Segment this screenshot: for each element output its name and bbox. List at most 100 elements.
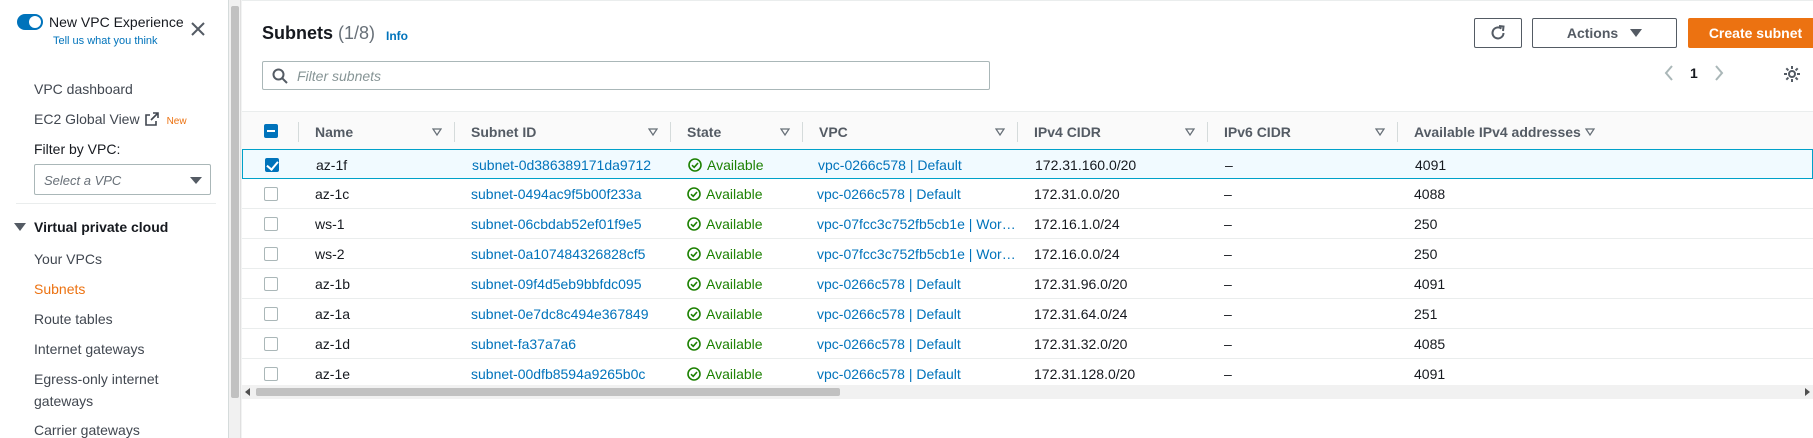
cell-subnet-id-link[interactable]: subnet-0494ac9f5b00f233a (471, 186, 641, 202)
row-checkbox[interactable] (264, 307, 278, 321)
search-input[interactable] (297, 66, 977, 86)
cell-name: az-1d (315, 336, 351, 352)
table-row[interactable]: az-1d subnet-fa37a7a6 Available vpc-0266… (242, 329, 1813, 359)
actions-label: Actions (1566, 25, 1619, 41)
cell-vpc-link[interactable]: vpc-07fcc3c752fb5cb1e | Wor… (817, 216, 1016, 232)
close-icon[interactable] (189, 20, 207, 38)
feedback-link[interactable]: Tell us what you think (53, 35, 158, 47)
cell-vpc-link[interactable]: vpc-0266c578 | Default (818, 157, 962, 173)
cell-available-ipv4: 250 (1414, 246, 1438, 262)
cell-available-ipv4: 4091 (1415, 157, 1447, 173)
cell-subnet-id-link[interactable]: subnet-fa37a7a6 (471, 336, 576, 352)
vpc-select-placeholder: Select a VPC (44, 173, 122, 188)
cell-vpc-link[interactable]: vpc-0266c578 | Default (817, 186, 961, 202)
column-header-label: State (687, 124, 722, 140)
table-horizontal-scrollbar[interactable] (242, 385, 1813, 399)
vpc-select[interactable]: Select a VPC (34, 164, 211, 195)
new-vpc-experience-toggle[interactable]: New VPC Experience (17, 14, 184, 30)
cell-vpc-link[interactable]: vpc-0266c578 | Default (817, 336, 961, 352)
cell-state: Available (687, 216, 763, 232)
cell-ipv4-cidr: 172.31.0.0/20 (1034, 186, 1120, 202)
table-row[interactable]: az-1a subnet-0e7dc8c494e367849 Available… (242, 299, 1813, 329)
state-label: Available (707, 157, 764, 173)
scroll-left-icon[interactable] (245, 388, 250, 396)
state-label: Available (706, 186, 763, 202)
cell-subnet-id-link[interactable]: subnet-00dfb8594a9265b0c (471, 366, 645, 382)
table-row[interactable]: ws-1 subnet-06cbdab52ef01f9e5 Available … (242, 209, 1813, 239)
horizontal-scrollbar-thumb[interactable] (256, 388, 840, 396)
refresh-button[interactable] (1474, 18, 1522, 48)
nav-route-tables[interactable]: Route tables (34, 311, 113, 327)
info-link[interactable]: Info (386, 29, 408, 43)
cell-vpc-link[interactable]: vpc-07fcc3c752fb5cb1e | Wor… (817, 246, 1016, 262)
cell-ipv6-cidr: – (1224, 366, 1232, 382)
column-header-ipv4-cidr[interactable]: IPv4 CIDR (1017, 112, 1207, 152)
column-header-label: VPC (819, 124, 848, 140)
actions-button[interactable]: Actions (1532, 18, 1677, 48)
row-checkbox[interactable] (264, 337, 278, 351)
cell-ipv6-cidr: – (1224, 216, 1232, 232)
cell-name: az-1e (315, 366, 351, 382)
row-checkbox[interactable] (264, 247, 278, 261)
cell-name: az-1b (315, 276, 351, 292)
column-header-ipv6-cidr[interactable]: IPv6 CIDR (1207, 112, 1397, 152)
section-title-label: Virtual private cloud (34, 219, 169, 235)
cell-vpc-link[interactable]: vpc-0266c578 | Default (817, 306, 961, 322)
nav-ec2-global-view[interactable]: EC2 Global View New (34, 111, 187, 127)
refresh-icon (1491, 25, 1505, 40)
gear-icon[interactable] (1783, 65, 1801, 83)
column-header-label: Name (315, 124, 354, 140)
nav-carrier-gateways[interactable]: Carrier gateways (34, 422, 140, 438)
sidebar-scrollbar[interactable] (229, 0, 241, 438)
cell-ipv6-cidr: – (1224, 186, 1232, 202)
section-virtual-private-cloud[interactable]: Virtual private cloud (14, 219, 168, 235)
table-row[interactable]: az-1f subnet-0d386389171da9712 Available… (242, 149, 1813, 179)
table-row[interactable]: ws-2 subnet-0a107484326828cf5 Available … (242, 239, 1813, 269)
column-header-subnet-id[interactable]: Subnet ID (454, 112, 670, 152)
nav-egress-only-internet-gateways[interactable]: Egress-only internet (34, 371, 159, 387)
row-checkbox[interactable] (264, 217, 278, 231)
success-check-icon (687, 277, 701, 291)
cell-vpc-link[interactable]: vpc-0266c578 | Default (817, 366, 961, 382)
cell-subnet-id-link[interactable]: subnet-0d386389171da9712 (472, 157, 651, 173)
filter-subnets-search[interactable] (262, 61, 990, 90)
toggle-switch[interactable] (17, 14, 43, 30)
row-checkbox[interactable] (265, 158, 279, 172)
chevron-right-icon[interactable] (1714, 65, 1724, 81)
cell-subnet-id-link[interactable]: subnet-09f4d5eb9bbfdc095 (471, 276, 641, 292)
cell-ipv4-cidr: 172.31.32.0/20 (1034, 336, 1128, 352)
nav-your-vpcs[interactable]: Your VPCs (34, 251, 102, 267)
create-subnet-button[interactable]: Create subnet (1688, 18, 1813, 48)
row-checkbox[interactable] (264, 277, 278, 291)
column-header-available-ipv4[interactable]: Available IPv4 addresses (1397, 112, 1607, 152)
chevron-left-icon[interactable] (1664, 65, 1674, 81)
sort-icon (1375, 128, 1385, 137)
toggle-label: New VPC Experience (49, 14, 184, 30)
nav-subnets[interactable]: Subnets (34, 281, 85, 297)
cell-state: Available (687, 186, 763, 202)
sidebar-scrollbar-thumb[interactable] (231, 6, 239, 398)
column-header-name[interactable]: Name (298, 112, 454, 152)
scroll-right-icon[interactable] (1805, 388, 1810, 396)
row-checkbox[interactable] (264, 187, 278, 201)
cell-available-ipv4: 250 (1414, 216, 1438, 232)
cell-state: Available (687, 366, 763, 382)
caret-down-icon (14, 223, 26, 231)
column-header-state[interactable]: State (670, 112, 802, 152)
column-header-vpc[interactable]: VPC (802, 112, 1017, 152)
current-page[interactable]: 1 (1690, 65, 1698, 81)
row-checkbox[interactable] (264, 367, 278, 381)
cell-subnet-id-link[interactable]: subnet-06cbdab52ef01f9e5 (471, 216, 641, 232)
table-row[interactable]: az-1c subnet-0494ac9f5b00f233a Available… (242, 179, 1813, 209)
cell-state: Available (687, 246, 763, 262)
success-check-icon (687, 367, 701, 381)
select-all-checkbox[interactable] (264, 124, 278, 138)
cell-subnet-id-link[interactable]: subnet-0a107484326828cf5 (471, 246, 645, 262)
cell-available-ipv4: 251 (1414, 306, 1438, 322)
cell-vpc-link[interactable]: vpc-0266c578 | Default (817, 276, 961, 292)
table-row[interactable]: az-1b subnet-09f4d5eb9bbfdc095 Available… (242, 269, 1813, 299)
nav-vpc-dashboard[interactable]: VPC dashboard (34, 81, 133, 97)
nav-internet-gateways[interactable]: Internet gateways (34, 341, 145, 357)
cell-subnet-id-link[interactable]: subnet-0e7dc8c494e367849 (471, 306, 649, 322)
nav-egress-only-internet-gateways-line2[interactable]: gateways (34, 393, 93, 409)
